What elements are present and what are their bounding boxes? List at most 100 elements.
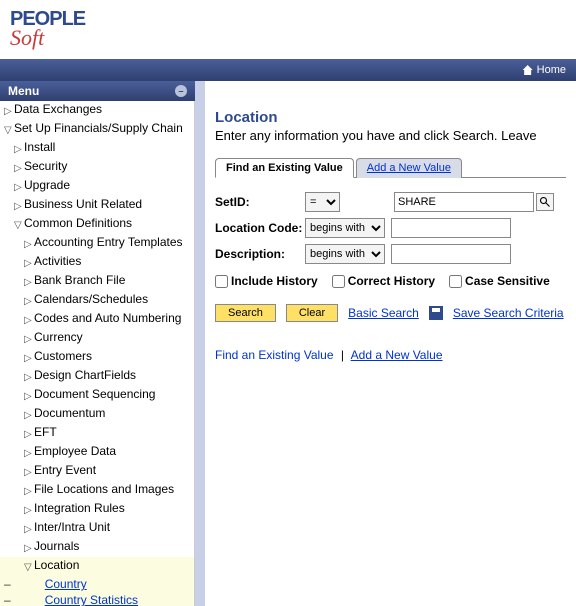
correct-history-check[interactable]: Correct History — [332, 274, 435, 288]
tree-item[interactable]: ▷Currency — [0, 329, 194, 348]
tree-sublabel: Country Statistics — [15, 593, 138, 606]
tree-label: Common Definitions — [24, 216, 132, 231]
tree-item[interactable]: ▷Documentum — [0, 405, 194, 424]
separator: | — [341, 348, 344, 362]
tree-item[interactable]: ▷Activities — [0, 253, 194, 272]
tree-item[interactable]: ▷EFT — [0, 424, 194, 443]
expand-icon: ▷ — [24, 427, 34, 442]
expand-icon: ▷ — [24, 408, 34, 423]
tree-label: Document Sequencing — [34, 387, 155, 402]
expand-icon: ▷ — [24, 294, 34, 309]
tree-item[interactable]: ▷Data Exchanges — [0, 101, 194, 120]
tree-item[interactable]: ▷Inter/Intra Unit — [0, 519, 194, 538]
bottom-find-link[interactable]: Find an Existing Value — [215, 348, 334, 362]
page-subtitle: Enter any information you have and click… — [215, 128, 566, 143]
menu-tree[interactable]: ▷Data Exchanges▽Set Up Financials/Supply… — [0, 101, 195, 606]
setid-lookup-icon[interactable] — [536, 193, 554, 211]
expand-icon: ▷ — [24, 237, 34, 252]
tree-label: Calendars/Schedules — [34, 292, 148, 307]
tree-item[interactable]: ▷Codes and Auto Numbering — [0, 310, 194, 329]
description-input[interactable] — [391, 244, 511, 264]
tree-label: Design ChartFields — [34, 368, 136, 383]
tab-add-new[interactable]: Add a New Value — [356, 158, 462, 178]
tree-label: Codes and Auto Numbering — [34, 311, 181, 326]
page-title: Location — [215, 109, 566, 126]
description-label: Description: — [215, 247, 305, 261]
tree-item[interactable]: ▷Employee Data — [0, 443, 194, 462]
tree-item[interactable]: ▷Security — [0, 158, 194, 177]
tree-item[interactable]: ▽Common Definitions — [0, 215, 194, 234]
expand-icon: ▷ — [24, 351, 34, 366]
include-history-check[interactable]: Include History — [215, 274, 318, 288]
expand-icon: ▷ — [14, 142, 24, 157]
tree-item[interactable]: ▷Document Sequencing — [0, 386, 194, 405]
tree-label: Documentum — [34, 406, 105, 421]
tree-sublabel: Country — [15, 577, 87, 591]
tree-label: File Locations and Images — [34, 482, 174, 497]
expand-icon: ▷ — [24, 256, 34, 271]
tree-label: Location — [34, 558, 79, 573]
tree-item[interactable]: ▷Calendars/Schedules — [0, 291, 194, 310]
tree-item[interactable]: ▷Entry Event — [0, 462, 194, 481]
tab-bar: Find an Existing Value Add a New Value — [215, 157, 566, 178]
tree-item[interactable]: ▷Customers — [0, 348, 194, 367]
expand-icon: ▽ — [14, 218, 24, 233]
content-area: Location Enter any information you have … — [195, 81, 576, 606]
tree-label: Currency — [34, 330, 83, 345]
tree-item[interactable]: ▷File Locations and Images — [0, 481, 194, 500]
tree-label: Install — [24, 140, 55, 155]
tree-subitem[interactable]: –Country Statistics — [0, 592, 194, 606]
dash-icon: – — [4, 577, 11, 591]
tree-item[interactable]: ▷Install — [0, 139, 194, 158]
tree-label: EFT — [34, 425, 57, 440]
tree-item[interactable]: ▽Set Up Financials/Supply Chain — [0, 120, 194, 139]
tree-item[interactable]: ▷Design ChartFields — [0, 367, 194, 386]
tree-item[interactable]: ▷Business Unit Related — [0, 196, 194, 215]
logo-line2: Soft — [10, 25, 566, 51]
tree-label: Set Up Financials/Supply Chain — [14, 121, 183, 136]
home-icon — [523, 65, 533, 75]
tree-label: Bank Branch File — [34, 273, 125, 288]
save-icon — [429, 306, 443, 320]
tree-label: Upgrade — [24, 178, 70, 193]
expand-icon: ▷ — [24, 465, 34, 480]
tree-label: Employee Data — [34, 444, 116, 459]
home-link[interactable]: Home — [523, 64, 566, 76]
bottom-links: Find an Existing Value | Add a New Value — [215, 348, 566, 362]
expand-icon: ▷ — [24, 332, 34, 347]
case-sensitive-check[interactable]: Case Sensitive — [449, 274, 550, 288]
tree-item-location[interactable]: ▽Location — [0, 557, 194, 576]
location-code-input[interactable] — [391, 218, 511, 238]
tab-find-existing[interactable]: Find an Existing Value — [215, 158, 354, 178]
expand-icon: ▷ — [24, 275, 34, 290]
clear-button[interactable]: Clear — [286, 304, 338, 322]
tree-item[interactable]: ▷Integration Rules — [0, 500, 194, 519]
setid-label: SetID: — [215, 195, 305, 209]
topbar: Home — [0, 59, 576, 81]
description-operator[interactable]: begins with — [305, 244, 385, 264]
tree-label: Journals — [34, 539, 79, 554]
tree-item[interactable]: ▷Upgrade — [0, 177, 194, 196]
expand-icon: ▽ — [4, 123, 14, 138]
tree-subitem[interactable]: –Country — [0, 576, 194, 592]
tree-item[interactable]: ▷Bank Branch File — [0, 272, 194, 291]
tree-item[interactable]: ▷Accounting Entry Templates — [0, 234, 194, 253]
tree-label: Customers — [34, 349, 92, 364]
tree-item[interactable]: ▷Journals — [0, 538, 194, 557]
logo: PEOPLE Soft — [0, 0, 576, 59]
location-code-operator[interactable]: begins with — [305, 218, 385, 238]
setid-input[interactable] — [394, 192, 534, 212]
menu-title: Menu — [8, 84, 39, 98]
menu-collapse-icon[interactable]: – — [175, 85, 187, 97]
search-button[interactable]: Search — [215, 304, 276, 322]
tree-label: Data Exchanges — [14, 102, 102, 117]
basic-search-link[interactable]: Basic Search — [348, 306, 419, 320]
expand-icon: ▷ — [24, 541, 34, 556]
save-search-link[interactable]: Save Search Criteria — [453, 306, 564, 320]
home-label: Home — [537, 64, 566, 76]
setid-operator[interactable]: = — [305, 192, 340, 212]
menu-header: Menu – — [0, 81, 195, 101]
expand-icon: ▷ — [24, 389, 34, 404]
bottom-add-link[interactable]: Add a New Value — [351, 348, 443, 362]
dash-icon: – — [4, 593, 11, 606]
